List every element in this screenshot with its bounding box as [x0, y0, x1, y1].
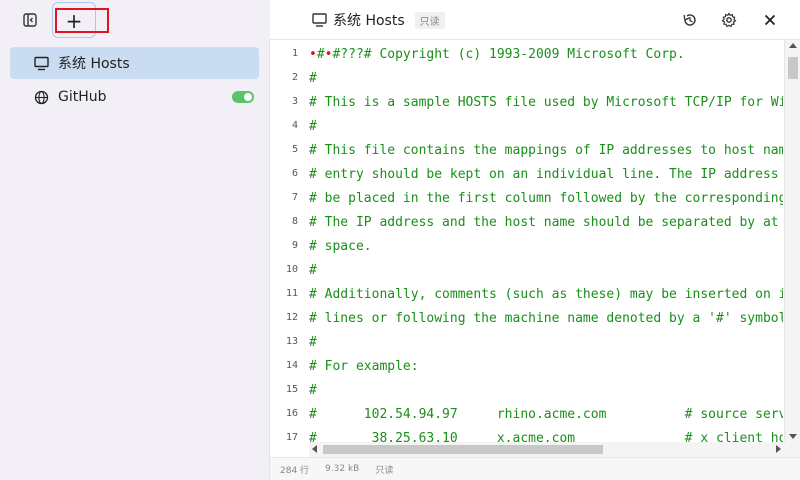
horizontal-scrollbar[interactable] — [309, 442, 784, 457]
hosts-editor[interactable]: 1 2 3 4 5 6 7 8 9 10 11 12 13 14 15 16 17 •#•#???# Copyr… — [270, 40, 800, 460]
gear-icon — [721, 12, 737, 28]
code-line: # be placed in the first column followed… — [309, 191, 783, 206]
plus-icon: + — [65, 8, 83, 33]
monitor-icon — [312, 13, 327, 27]
line-number: 13 — [285, 336, 298, 347]
sidebar-toggle-button[interactable] — [18, 8, 42, 32]
line-number: 1 — [291, 48, 298, 59]
scroll-right-arrow-icon[interactable] — [776, 445, 781, 453]
horizontal-scroll-thumb[interactable] — [323, 445, 603, 454]
scrollbar-corner — [784, 442, 800, 457]
close-icon — [764, 14, 776, 26]
window-title: 系统 Hosts 只读 — [312, 10, 445, 30]
code-line: # This file contains the mappings of IP … — [309, 143, 783, 158]
line-number: 3 — [291, 96, 298, 107]
sidebar-toggle-icon — [23, 13, 37, 27]
top-bar: + 系统 Hosts 只读 — [0, 0, 800, 40]
code-line: # — [309, 119, 317, 134]
code-line: # 102.54.94.97 rhino.acme.com # source s… — [309, 407, 783, 422]
line-number: 2 — [291, 72, 298, 83]
code-line: # This is a sample HOSTS file used by Mi… — [309, 95, 783, 110]
vertical-scrollbar[interactable] — [784, 40, 800, 442]
code-line: # space. — [309, 239, 372, 254]
readonly-badge: 只读 — [414, 11, 445, 29]
line-number: 17 — [285, 432, 298, 443]
status-bar: 284 行 9.32 kB 只读 — [270, 457, 800, 480]
code-line: # lines or following the machine name de… — [309, 311, 783, 326]
code-line: # — [309, 263, 317, 278]
scroll-down-arrow-icon[interactable] — [789, 434, 797, 439]
settings-button[interactable] — [717, 8, 741, 32]
sidebar-item-label: GitHub — [58, 89, 107, 105]
history-icon — [683, 14, 696, 26]
hidden-char-marker: •#• — [309, 47, 333, 62]
page-title: 系统 Hosts — [333, 13, 405, 29]
code-line: # For example: — [309, 359, 419, 374]
code-line: # Additionally, comments (such as these)… — [309, 287, 783, 302]
line-number-gutter: 1 2 3 4 5 6 7 8 9 10 11 12 13 14 15 16 17 — [270, 40, 302, 443]
code-line: # — [309, 383, 317, 398]
line-number: 5 — [291, 144, 298, 155]
code-line: # 38.25.63.10 x.acme.com # x client host — [309, 431, 783, 442]
code-area[interactable]: •#•#???# Copyright (c) 1993-2009 Microso… — [309, 40, 783, 442]
file-size: 9.32 kB — [325, 464, 360, 474]
line-number: 14 — [285, 360, 298, 371]
vertical-scroll-thumb[interactable] — [788, 57, 798, 79]
code-line-text: #???# Copyright (c) 1993-2009 Microsoft … — [332, 47, 685, 62]
line-number: 4 — [291, 120, 298, 131]
code-line: # The IP address and the host name shoul… — [309, 215, 779, 230]
line-count: 284 行 — [280, 465, 310, 476]
code-line: # entry should be kept on an individual … — [309, 167, 783, 182]
globe-icon — [34, 90, 49, 105]
code-line: •#•#???# Copyright (c) 1993-2009 Microso… — [309, 47, 685, 63]
line-number: 8 — [291, 216, 298, 227]
line-number: 9 — [291, 240, 298, 251]
scroll-up-arrow-icon[interactable] — [789, 43, 797, 48]
line-number: 16 — [285, 408, 298, 419]
code-line: # — [309, 71, 317, 86]
code-line: # — [309, 335, 317, 350]
line-number: 11 — [285, 288, 298, 299]
line-number: 7 — [291, 192, 298, 203]
github-enable-toggle[interactable] — [232, 91, 254, 103]
monitor-icon — [34, 56, 49, 71]
scroll-left-arrow-icon[interactable] — [312, 445, 317, 453]
line-number: 10 — [285, 264, 298, 275]
line-number: 15 — [285, 384, 298, 395]
line-number: 12 — [285, 312, 298, 323]
sidebar: 系统 Hosts GitHub — [0, 40, 270, 480]
sidebar-item-label: 系统 Hosts — [58, 56, 130, 72]
history-button[interactable] — [678, 8, 702, 32]
sidebar-item-system-hosts[interactable]: 系统 Hosts — [10, 47, 259, 79]
close-button[interactable] — [758, 8, 782, 32]
edit-mode: 只读 — [375, 465, 394, 476]
add-hosts-button[interactable]: + — [55, 8, 109, 33]
line-number: 6 — [291, 168, 298, 179]
sidebar-item-github[interactable]: GitHub — [10, 81, 259, 113]
